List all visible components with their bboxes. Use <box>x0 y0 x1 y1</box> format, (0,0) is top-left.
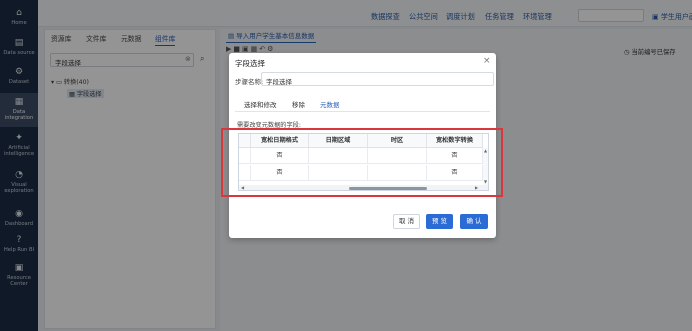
tab-divider <box>235 111 490 112</box>
step-name-input[interactable]: 字段选择 <box>261 72 494 86</box>
dialog-title: 字段选择 <box>235 59 265 68</box>
step-name-label: 步骤名称: <box>235 78 264 86</box>
highlight-box <box>221 128 503 197</box>
tab-remove[interactable]: 移除 <box>289 98 308 110</box>
close-icon[interactable]: × <box>483 56 491 66</box>
tab-metadata[interactable]: 元数据 <box>317 98 343 110</box>
tab-select-modify[interactable]: 选择和修改 <box>241 98 280 110</box>
confirm-button[interactable]: 确 认 <box>460 214 488 229</box>
preview-button[interactable]: 预 览 <box>426 214 453 229</box>
cancel-button[interactable]: 取 消 <box>393 214 420 229</box>
